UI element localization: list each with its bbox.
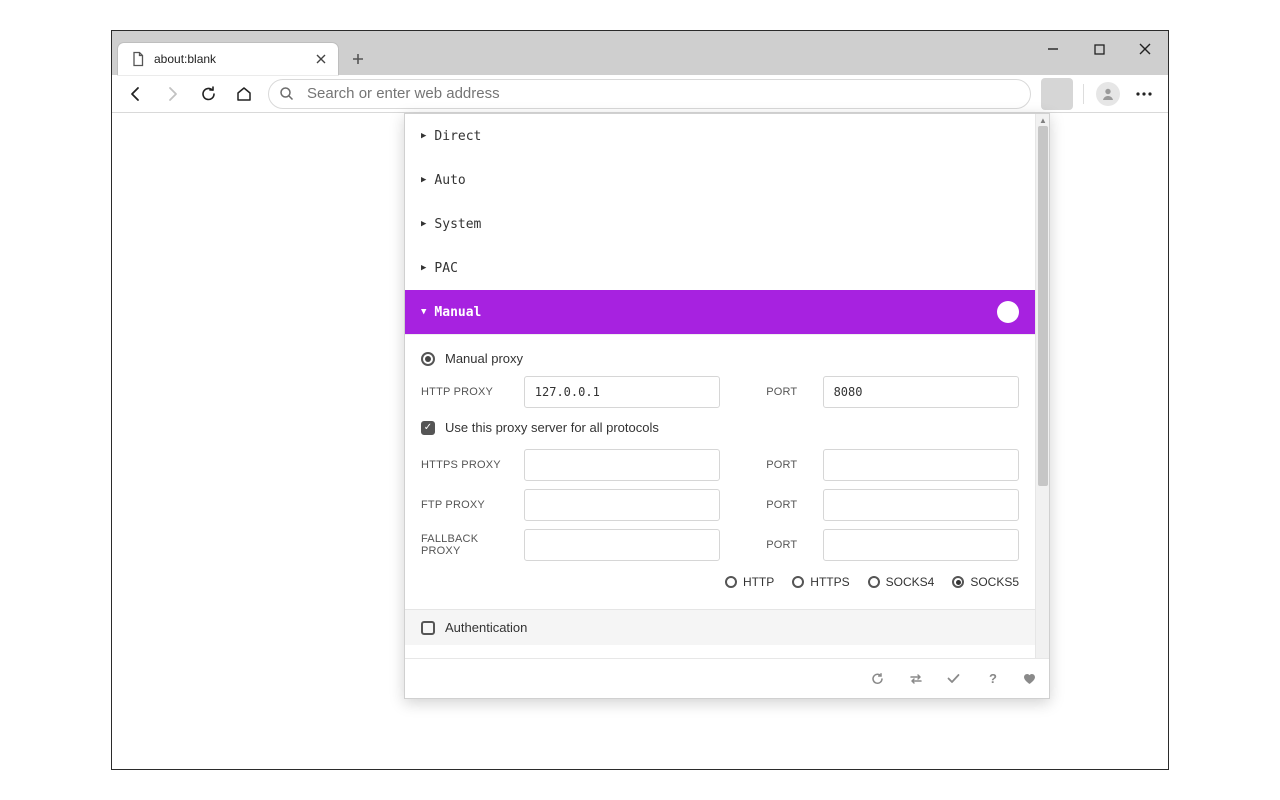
file-icon <box>130 51 146 67</box>
mode-label: Auto <box>434 173 465 188</box>
mode-label: Direct <box>434 129 481 144</box>
popup-footer: ? <box>405 658 1049 698</box>
use-for-all-label: Use this proxy server for all protocols <box>445 420 659 435</box>
browser-toolbar <box>112 75 1168 113</box>
authentication-checkbox[interactable]: Authentication <box>421 620 1019 635</box>
window-minimize-button[interactable] <box>1030 31 1076 67</box>
apply-button[interactable] <box>947 673 963 684</box>
authentication-section: Authentication <box>405 609 1035 645</box>
manual-proxy-scheme-label: Manual proxy <box>445 351 523 366</box>
https-proxy-port-label: PORT <box>766 459 812 471</box>
fallback-proxy-label: FALLBACK PROXY <box>421 533 514 557</box>
ftp-proxy-port-input[interactable] <box>823 489 1019 521</box>
protocol-https-radio[interactable]: HTTPS <box>792 575 849 589</box>
mode-row-pac[interactable]: ▶ PAC <box>405 246 1035 290</box>
swap-button[interactable] <box>909 673 925 685</box>
browser-tab[interactable]: about:blank <box>118 43 338 75</box>
caret-right-icon: ▶ <box>421 263 426 273</box>
help-button[interactable]: ? <box>985 671 1001 686</box>
http-proxy-port-input[interactable] <box>823 376 1019 408</box>
ftp-proxy-label: FTP PROXY <box>421 499 514 511</box>
mode-row-system[interactable]: ▶ System <box>405 202 1035 246</box>
https-proxy-host-input[interactable] <box>524 449 720 481</box>
address-bar[interactable] <box>268 79 1031 109</box>
https-proxy-label: HTTPS PROXY <box>421 459 514 471</box>
protocol-http-radio[interactable]: HTTP <box>725 575 774 589</box>
mode-row-direct[interactable]: ▶ Direct <box>405 114 1035 158</box>
window-close-button[interactable] <box>1122 31 1168 67</box>
mode-row-manual[interactable]: ▼ Manual <box>405 290 1035 334</box>
manual-proxy-panel: Manual proxy HTTP PROXY PORT Use this pr… <box>405 334 1035 609</box>
fallback-proxy-port-input[interactable] <box>823 529 1019 561</box>
scroll-up-arrow[interactable]: ▲ <box>1036 114 1049 126</box>
forward-button[interactable] <box>154 79 190 109</box>
mode-label: PAC <box>434 261 457 276</box>
ftp-proxy-port-label: PORT <box>766 499 812 511</box>
new-tab-button[interactable] <box>344 45 372 73</box>
search-icon <box>279 86 295 102</box>
caret-right-icon: ▶ <box>421 131 426 141</box>
address-input[interactable] <box>295 85 1030 102</box>
refresh-button[interactable] <box>871 672 887 685</box>
mode-label: System <box>434 217 481 232</box>
radio-off-icon <box>792 576 804 588</box>
checkbox-checked-icon <box>421 421 435 435</box>
caret-down-icon: ▼ <box>421 307 426 317</box>
use-for-all-checkbox[interactable]: Use this proxy server for all protocols <box>421 412 1019 445</box>
favorite-button[interactable] <box>1023 673 1039 685</box>
radio-off-icon <box>868 576 880 588</box>
back-button[interactable] <box>118 79 154 109</box>
fallback-proxy-port-label: PORT <box>766 539 812 551</box>
proxy-settings-popup: ▲ ▶ Direct <box>404 113 1050 699</box>
window-maximize-button[interactable] <box>1076 31 1122 67</box>
home-button[interactable] <box>226 79 262 109</box>
authentication-label: Authentication <box>445 620 527 635</box>
mode-row-auto[interactable]: ▶ Auto <box>405 158 1035 202</box>
reload-button[interactable] <box>190 79 226 109</box>
radio-off-icon <box>725 576 737 588</box>
protocol-socks4-radio[interactable]: SOCKS4 <box>868 575 935 589</box>
browser-menu-button[interactable] <box>1126 79 1162 109</box>
caret-right-icon: ▶ <box>421 219 426 229</box>
proxy-extension-button[interactable] <box>1041 78 1073 110</box>
mode-label: Manual <box>434 305 481 320</box>
avatar-icon <box>1096 82 1120 106</box>
http-proxy-label: HTTP PROXY <box>421 386 514 398</box>
protocol-socks5-radio[interactable]: SOCKS5 <box>952 575 1019 589</box>
https-proxy-port-input[interactable] <box>823 449 1019 481</box>
selected-mode-badge <box>997 301 1019 323</box>
scroll-thumb[interactable] <box>1038 126 1048 486</box>
tab-close-button[interactable] <box>314 52 328 66</box>
tab-title: about:blank <box>154 52 216 66</box>
popup-scrollbar[interactable]: ▲ <box>1035 114 1049 658</box>
browser-window: about:blank <box>111 30 1169 770</box>
http-proxy-host-input[interactable] <box>524 376 720 408</box>
window-controls <box>1030 31 1168 67</box>
fallback-protocol-group: HTTP HTTPS SOCKS4 SOCKS5 <box>421 565 1019 595</box>
http-proxy-port-label: PORT <box>766 386 812 398</box>
radio-on-icon <box>421 352 435 366</box>
caret-right-icon: ▶ <box>421 175 426 185</box>
ftp-proxy-host-input[interactable] <box>524 489 720 521</box>
title-bar: about:blank <box>112 31 1168 75</box>
checkbox-unchecked-icon <box>421 621 435 635</box>
fallback-proxy-host-input[interactable] <box>524 529 720 561</box>
manual-proxy-scheme-radio[interactable]: Manual proxy <box>421 345 1019 372</box>
profile-button[interactable] <box>1090 79 1126 109</box>
radio-on-icon <box>952 576 964 588</box>
toolbar-divider <box>1083 84 1084 104</box>
